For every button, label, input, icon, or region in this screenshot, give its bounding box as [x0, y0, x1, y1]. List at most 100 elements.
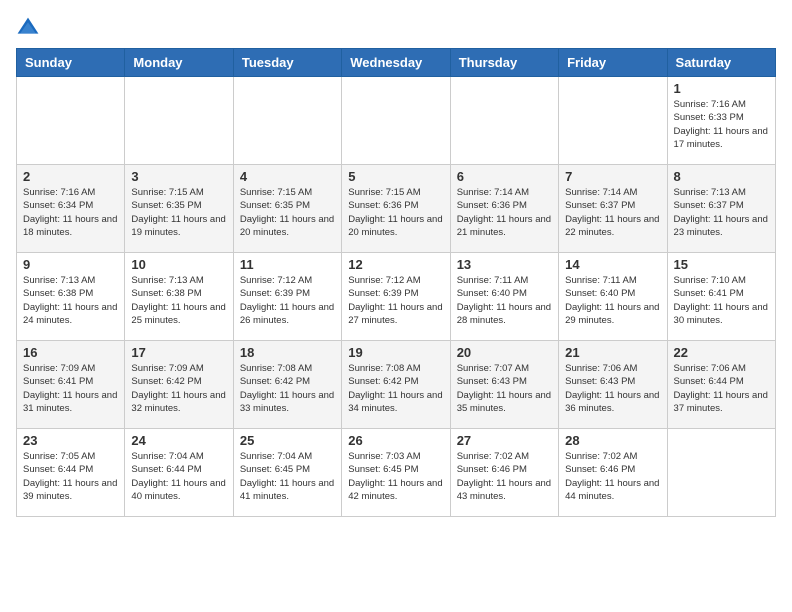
calendar-cell: 2 Sunrise: 7:16 AM Sunset: 6:34 PM Daylig… — [17, 165, 125, 253]
day-number: 18 — [240, 345, 335, 360]
calendar-cell: 1 Sunrise: 7:16 AM Sunset: 6:33 PM Daylig… — [667, 77, 775, 165]
day-number: 21 — [565, 345, 660, 360]
day-info: Sunrise: 7:16 AM Sunset: 6:33 PM Dayligh… — [674, 98, 769, 151]
day-number: 28 — [565, 433, 660, 448]
day-number: 5 — [348, 169, 443, 184]
day-number: 8 — [674, 169, 769, 184]
day-info: Sunrise: 7:11 AM Sunset: 6:40 PM Dayligh… — [457, 274, 552, 327]
day-info: Sunrise: 7:07 AM Sunset: 6:43 PM Dayligh… — [457, 362, 552, 415]
day-info: Sunrise: 7:04 AM Sunset: 6:44 PM Dayligh… — [131, 450, 226, 503]
day-info: Sunrise: 7:06 AM Sunset: 6:43 PM Dayligh… — [565, 362, 660, 415]
day-info: Sunrise: 7:09 AM Sunset: 6:41 PM Dayligh… — [23, 362, 118, 415]
logo — [16, 16, 44, 40]
day-number: 23 — [23, 433, 118, 448]
calendar-cell: 5 Sunrise: 7:15 AM Sunset: 6:36 PM Daylig… — [342, 165, 450, 253]
calendar-cell: 7Sunrise: 7:14 AM Sunset: 6:37 PM Daylig… — [559, 165, 667, 253]
day-info: Sunrise: 7:08 AM Sunset: 6:42 PM Dayligh… — [348, 362, 443, 415]
day-info: Sunrise: 7:15 AM Sunset: 6:35 PM Dayligh… — [131, 186, 226, 239]
day-number: 27 — [457, 433, 552, 448]
day-number: 6 — [457, 169, 552, 184]
day-info: Sunrise: 7:16 AM Sunset: 6:34 PM Dayligh… — [23, 186, 118, 239]
day-of-week-header: Friday — [559, 49, 667, 77]
day-number: 24 — [131, 433, 226, 448]
calendar-cell: 20 Sunrise: 7:07 AM Sunset: 6:43 PM Dayli… — [450, 341, 558, 429]
calendar-cell — [559, 77, 667, 165]
calendar-cell: 13 Sunrise: 7:11 AM Sunset: 6:40 PM Dayli… — [450, 253, 558, 341]
day-info: Sunrise: 7:10 AM Sunset: 6:41 PM Dayligh… — [674, 274, 769, 327]
day-number: 3 — [131, 169, 226, 184]
calendar-cell — [233, 77, 341, 165]
calendar-cell: 24 Sunrise: 7:04 AM Sunset: 6:44 PM Dayli… — [125, 429, 233, 517]
calendar-cell: 17Sunrise: 7:09 AM Sunset: 6:42 PM Dayli… — [125, 341, 233, 429]
calendar-cell: 22 Sunrise: 7:06 AM Sunset: 6:44 PM Dayli… — [667, 341, 775, 429]
day-number: 9 — [23, 257, 118, 272]
day-number: 1 — [674, 81, 769, 96]
calendar-week-row: 23 Sunrise: 7:05 AM Sunset: 6:44 PM Dayli… — [17, 429, 776, 517]
day-number: 14 — [565, 257, 660, 272]
calendar-cell — [667, 429, 775, 517]
day-of-week-header: Thursday — [450, 49, 558, 77]
calendar-cell: 25 Sunrise: 7:04 AM Sunset: 6:45 PM Dayli… — [233, 429, 341, 517]
day-info: Sunrise: 7:12 AM Sunset: 6:39 PM Dayligh… — [348, 274, 443, 327]
day-number: 26 — [348, 433, 443, 448]
day-info: Sunrise: 7:13 AM Sunset: 6:37 PM Dayligh… — [674, 186, 769, 239]
day-info: Sunrise: 7:04 AM Sunset: 6:45 PM Dayligh… — [240, 450, 335, 503]
calendar-cell: 18 Sunrise: 7:08 AM Sunset: 6:42 PM Dayli… — [233, 341, 341, 429]
calendar-cell: 10Sunrise: 7:13 AM Sunset: 6:38 PM Dayli… — [125, 253, 233, 341]
day-number: 17 — [131, 345, 226, 360]
calendar-cell — [125, 77, 233, 165]
calendar-header-row: SundayMondayTuesdayWednesdayThursdayFrid… — [17, 49, 776, 77]
day-number: 19 — [348, 345, 443, 360]
calendar-cell — [342, 77, 450, 165]
calendar-week-row: 9 Sunrise: 7:13 AM Sunset: 6:38 PM Daylig… — [17, 253, 776, 341]
calendar-cell: 11 Sunrise: 7:12 AM Sunset: 6:39 PM Dayli… — [233, 253, 341, 341]
page-header — [16, 16, 776, 40]
day-info: Sunrise: 7:02 AM Sunset: 6:46 PM Dayligh… — [565, 450, 660, 503]
day-of-week-header: Wednesday — [342, 49, 450, 77]
day-of-week-header: Sunday — [17, 49, 125, 77]
day-number: 25 — [240, 433, 335, 448]
calendar-cell: 9 Sunrise: 7:13 AM Sunset: 6:38 PM Daylig… — [17, 253, 125, 341]
day-number: 12 — [348, 257, 443, 272]
logo-icon — [16, 16, 40, 40]
calendar-week-row: 1 Sunrise: 7:16 AM Sunset: 6:33 PM Daylig… — [17, 77, 776, 165]
day-info: Sunrise: 7:13 AM Sunset: 6:38 PM Dayligh… — [23, 274, 118, 327]
calendar-cell: 19 Sunrise: 7:08 AM Sunset: 6:42 PM Dayli… — [342, 341, 450, 429]
day-info: Sunrise: 7:06 AM Sunset: 6:44 PM Dayligh… — [674, 362, 769, 415]
calendar-cell: 26 Sunrise: 7:03 AM Sunset: 6:45 PM Dayli… — [342, 429, 450, 517]
calendar-cell — [450, 77, 558, 165]
day-number: 16 — [23, 345, 118, 360]
day-number: 7 — [565, 169, 660, 184]
calendar-cell: 28 Sunrise: 7:02 AM Sunset: 6:46 PM Dayli… — [559, 429, 667, 517]
calendar-cell: 23 Sunrise: 7:05 AM Sunset: 6:44 PM Dayli… — [17, 429, 125, 517]
calendar-week-row: 2 Sunrise: 7:16 AM Sunset: 6:34 PM Daylig… — [17, 165, 776, 253]
day-info: Sunrise: 7:15 AM Sunset: 6:35 PM Dayligh… — [240, 186, 335, 239]
day-of-week-header: Tuesday — [233, 49, 341, 77]
day-info: Sunrise: 7:11 AM Sunset: 6:40 PM Dayligh… — [565, 274, 660, 327]
calendar-cell: 27 Sunrise: 7:02 AM Sunset: 6:46 PM Dayli… — [450, 429, 558, 517]
day-of-week-header: Monday — [125, 49, 233, 77]
calendar-cell: 6 Sunrise: 7:14 AM Sunset: 6:36 PM Daylig… — [450, 165, 558, 253]
day-number: 11 — [240, 257, 335, 272]
calendar-week-row: 16 Sunrise: 7:09 AM Sunset: 6:41 PM Dayli… — [17, 341, 776, 429]
day-number: 13 — [457, 257, 552, 272]
calendar-cell — [17, 77, 125, 165]
calendar-cell: 21 Sunrise: 7:06 AM Sunset: 6:43 PM Dayli… — [559, 341, 667, 429]
day-info: Sunrise: 7:14 AM Sunset: 6:36 PM Dayligh… — [457, 186, 552, 239]
day-info: Sunrise: 7:03 AM Sunset: 6:45 PM Dayligh… — [348, 450, 443, 503]
day-info: Sunrise: 7:02 AM Sunset: 6:46 PM Dayligh… — [457, 450, 552, 503]
calendar-cell: 4Sunrise: 7:15 AM Sunset: 6:35 PM Daylig… — [233, 165, 341, 253]
day-number: 22 — [674, 345, 769, 360]
day-info: Sunrise: 7:05 AM Sunset: 6:44 PM Dayligh… — [23, 450, 118, 503]
day-number: 20 — [457, 345, 552, 360]
calendar-cell: 15Sunrise: 7:10 AM Sunset: 6:41 PM Dayli… — [667, 253, 775, 341]
day-of-week-header: Saturday — [667, 49, 775, 77]
day-info: Sunrise: 7:08 AM Sunset: 6:42 PM Dayligh… — [240, 362, 335, 415]
day-info: Sunrise: 7:15 AM Sunset: 6:36 PM Dayligh… — [348, 186, 443, 239]
calendar-table: SundayMondayTuesdayWednesdayThursdayFrid… — [16, 48, 776, 517]
calendar-cell: 16 Sunrise: 7:09 AM Sunset: 6:41 PM Dayli… — [17, 341, 125, 429]
day-number: 2 — [23, 169, 118, 184]
calendar-cell: 8 Sunrise: 7:13 AM Sunset: 6:37 PM Daylig… — [667, 165, 775, 253]
day-info: Sunrise: 7:12 AM Sunset: 6:39 PM Dayligh… — [240, 274, 335, 327]
calendar-cell: 12 Sunrise: 7:12 AM Sunset: 6:39 PM Dayli… — [342, 253, 450, 341]
